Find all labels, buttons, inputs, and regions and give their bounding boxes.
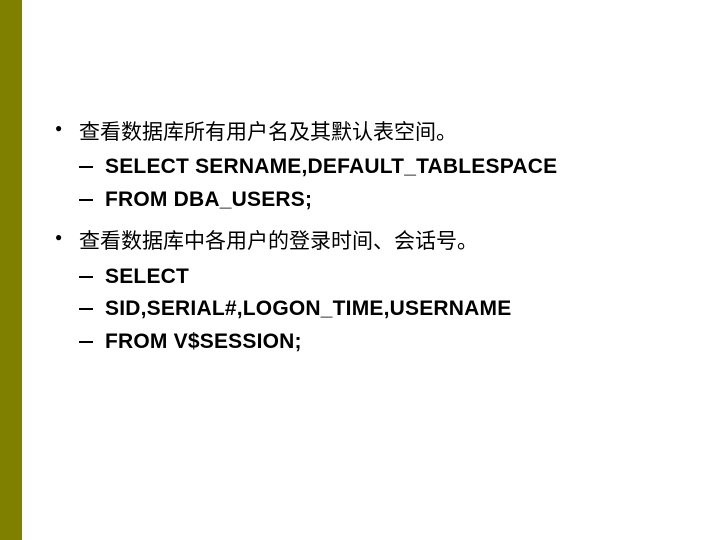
bullet-level1: 查看数据库所有用户名及其默认表空间。 [55,118,692,148]
bullet-group: 查看数据库所有用户名及其默认表空间。 SELECT SERNAME,DEFAUL… [55,118,692,215]
bullet-level1: 查看数据库中各用户的登录时间、会话号。 [55,227,692,257]
accent-sidebar [0,0,22,540]
bullet-level2: FROM DBA_USERS; [55,185,692,215]
slide-content: 查看数据库所有用户名及其默认表空间。 SELECT SERNAME,DEFAUL… [55,118,692,369]
bullet-level2: FROM V$SESSION; [55,327,692,357]
slide: 查看数据库所有用户名及其默认表空间。 SELECT SERNAME,DEFAUL… [0,0,720,540]
bullet-group: 查看数据库中各用户的登录时间、会话号。 SELECT SID,SERIAL#,L… [55,227,692,357]
bullet-level2: SID,SERIAL#,LOGON_TIME,USERNAME [55,294,692,324]
bullet-level2: SELECT SERNAME,DEFAULT_TABLESPACE [55,152,692,182]
bullet-level2: SELECT [55,262,692,292]
